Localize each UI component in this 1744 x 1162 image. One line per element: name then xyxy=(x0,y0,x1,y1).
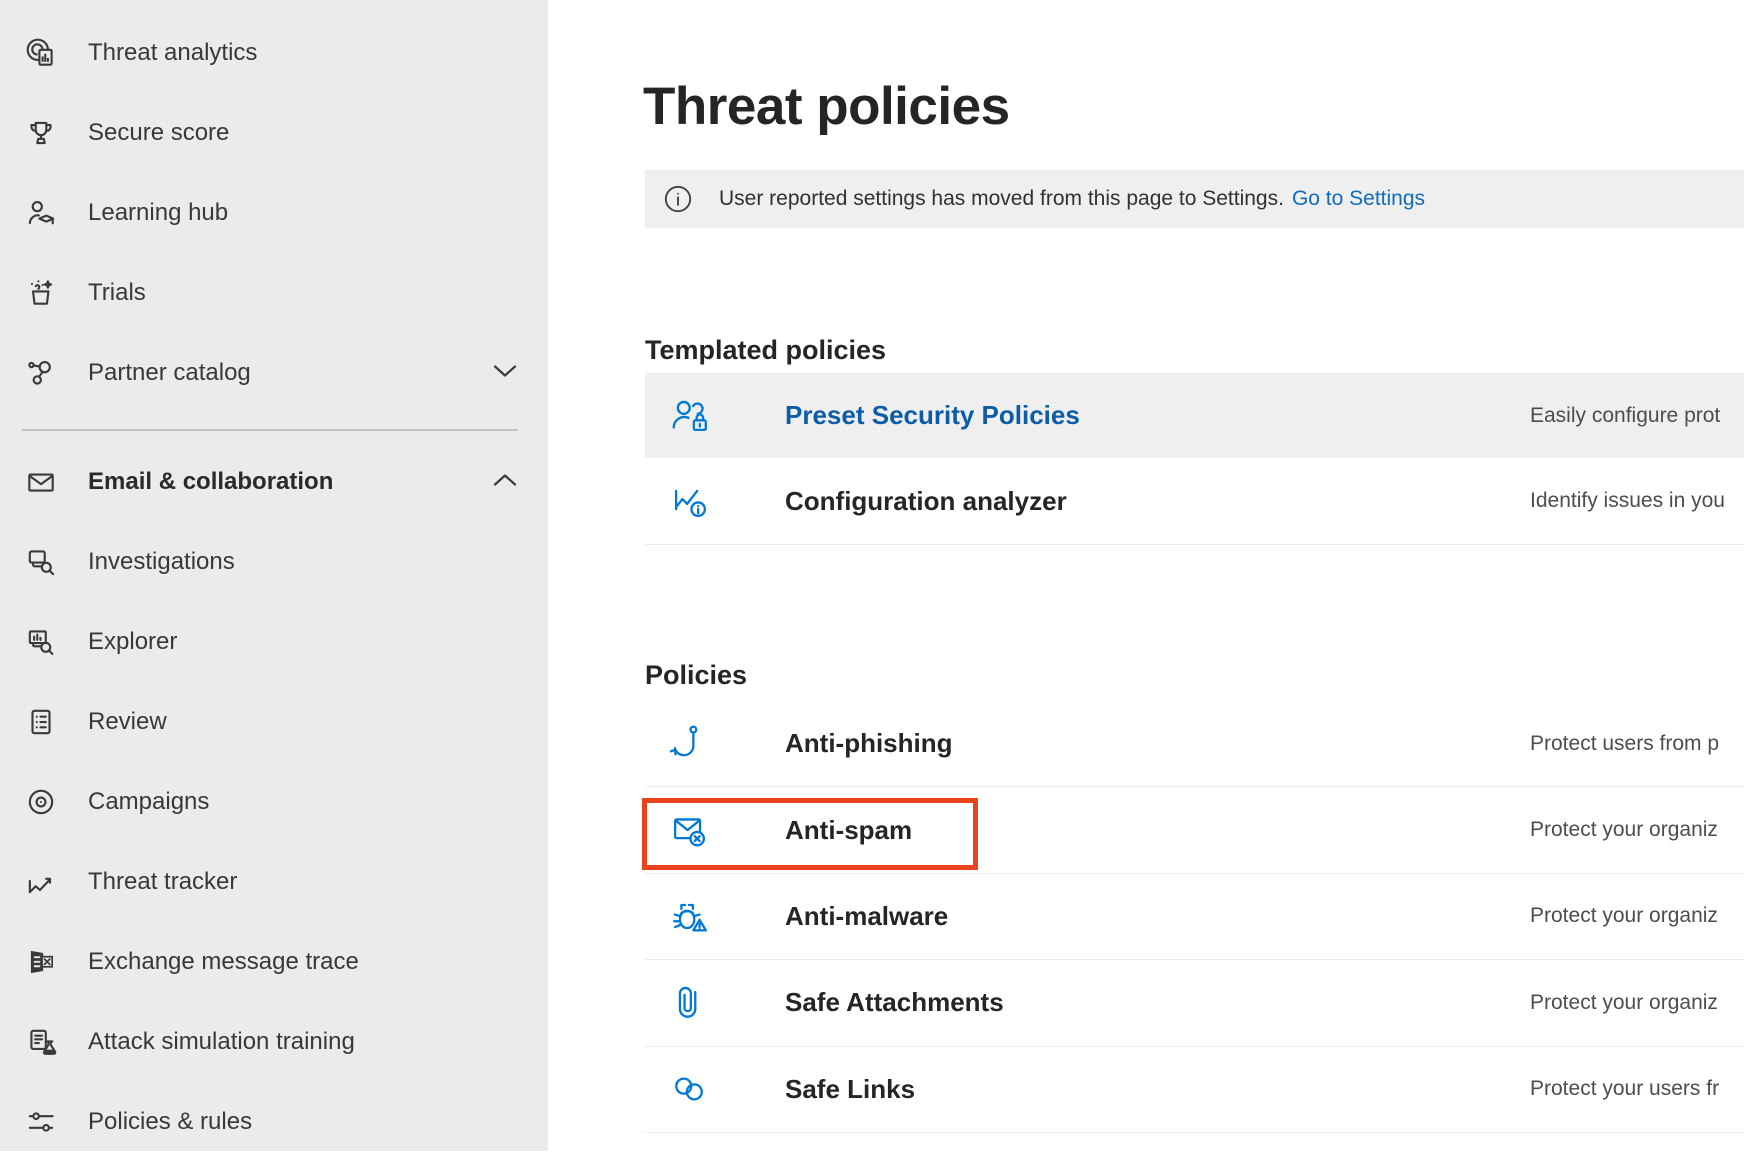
anti-phishing-icon xyxy=(667,721,713,767)
banner-message: User reported settings has moved from th… xyxy=(719,187,1284,211)
info-banner: User reported settings has moved from th… xyxy=(645,170,1744,228)
partner-catalog-icon xyxy=(24,356,58,390)
trophy-icon xyxy=(24,116,58,150)
chevron-down-icon[interactable] xyxy=(492,363,518,384)
sidebar-item-label: Threat tracker xyxy=(88,868,237,896)
row-anti-phishing[interactable]: Anti-phishing Protect users from p xyxy=(645,701,1744,787)
sidebar-item-label: Threat analytics xyxy=(88,39,257,67)
page-title: Threat policies xyxy=(643,76,1010,138)
sidebar-item-label: Policies & rules xyxy=(88,1108,252,1136)
row-label: Safe Attachments xyxy=(785,987,1004,1018)
row-label: Preset Security Policies xyxy=(785,400,1080,431)
sidebar-item-label: Exchange message trace xyxy=(88,948,359,976)
sidebar-item-label: Attack simulation training xyxy=(88,1028,355,1056)
exchange-logo-icon xyxy=(24,945,58,979)
row-preset-security-policies[interactable]: Preset Security Policies Easily configur… xyxy=(645,373,1744,458)
row-safe-attachments[interactable]: Safe Attachments Protect your organiz xyxy=(645,960,1744,1046)
safe-attachments-icon xyxy=(667,980,713,1026)
sidebar-item-explorer[interactable]: Explorer xyxy=(0,602,548,682)
row-label: Safe Links xyxy=(785,1074,915,1105)
row-description: Protect your organiz xyxy=(1530,991,1718,1015)
sidebar-item-exchange-message-trace[interactable]: Exchange message trace xyxy=(0,922,548,1002)
sidebar-item-learning-hub[interactable]: Learning hub xyxy=(0,173,548,253)
threat-tracker-icon xyxy=(24,865,58,899)
sidebar-item-trials[interactable]: Trials xyxy=(0,253,548,333)
sidebar-divider xyxy=(22,429,518,431)
sidebar-item-email-collaboration[interactable]: Email & collaboration xyxy=(0,442,548,522)
sidebar-item-label: Learning hub xyxy=(88,199,228,227)
sidebar-item-campaigns[interactable]: Campaigns xyxy=(0,762,548,842)
row-label: Anti-spam xyxy=(785,815,912,846)
anti-malware-icon xyxy=(667,893,713,939)
row-configuration-analyzer[interactable]: Configuration analyzer Identify issues i… xyxy=(645,458,1744,545)
chevron-up-icon[interactable] xyxy=(492,472,518,493)
main-content: Threat policies User reported settings h… xyxy=(548,0,1744,1151)
left-navigation: Threat analytics Secure score xyxy=(0,0,548,1151)
sidebar-item-threat-tracker[interactable]: Threat tracker xyxy=(0,842,548,922)
row-label: Anti-phishing xyxy=(785,728,953,759)
sidebar-item-label: Investigations xyxy=(88,548,235,576)
sidebar-item-label: Email & collaboration xyxy=(88,468,333,496)
info-icon xyxy=(663,184,693,214)
sidebar-item-label: Review xyxy=(88,708,167,736)
row-anti-spam[interactable]: Anti-spam Protect your organiz xyxy=(645,787,1744,873)
sidebar-item-partner-catalog[interactable]: Partner catalog xyxy=(0,333,548,413)
sidebar-item-label: Partner catalog xyxy=(88,359,251,387)
campaigns-icon xyxy=(24,785,58,819)
sidebar-item-policies-rules[interactable]: Policies & rules xyxy=(0,1082,548,1162)
policies-heading: Policies xyxy=(645,655,747,695)
configuration-analyzer-icon xyxy=(667,478,713,524)
row-anti-malware[interactable]: Anti-malware Protect your organiz xyxy=(645,874,1744,960)
row-description: Protect your organiz xyxy=(1530,818,1718,842)
email-collaboration-icon xyxy=(24,465,58,499)
trials-icon xyxy=(24,276,58,310)
sidebar-item-label: Secure score xyxy=(88,119,229,147)
row-label: Configuration analyzer xyxy=(785,486,1067,517)
sidebar-item-secure-score[interactable]: Secure score xyxy=(0,93,548,173)
sidebar-item-attack-simulation-training[interactable]: Attack simulation training xyxy=(0,1002,548,1082)
row-description: Protect your users fr xyxy=(1530,1077,1719,1101)
row-description: Easily configure prot xyxy=(1530,404,1720,428)
sidebar-item-investigations[interactable]: Investigations xyxy=(0,522,548,602)
sidebar-item-threat-analytics[interactable]: Threat analytics xyxy=(0,13,548,93)
threat-analytics-icon xyxy=(24,36,58,70)
sidebar-item-label: Explorer xyxy=(88,628,177,656)
nav-group-general: Threat analytics Secure score xyxy=(0,0,548,1162)
sidebar-item-review[interactable]: Review xyxy=(0,682,548,762)
row-description: Identify issues in you xyxy=(1530,489,1725,513)
attack-simulation-training-icon xyxy=(24,1025,58,1059)
sidebar-item-label: Campaigns xyxy=(88,788,209,816)
policies-list: Anti-phishing Protect users from p Anti-… xyxy=(645,701,1744,1133)
safe-links-icon xyxy=(667,1066,713,1112)
sidebar-item-label: Trials xyxy=(88,279,146,307)
row-description: Protect your organiz xyxy=(1530,904,1718,928)
learning-hub-icon xyxy=(24,196,58,230)
row-label: Anti-malware xyxy=(785,901,948,932)
preset-security-policies-icon xyxy=(667,393,713,439)
explorer-icon xyxy=(24,625,58,659)
go-to-settings-link[interactable]: Go to Settings xyxy=(1292,187,1425,211)
sliders-icon xyxy=(24,1105,58,1139)
investigations-icon xyxy=(24,545,58,579)
review-icon xyxy=(24,705,58,739)
row-safe-links[interactable]: Safe Links Protect your users fr xyxy=(645,1047,1744,1133)
row-description: Protect users from p xyxy=(1530,732,1719,756)
templated-policies-heading: Templated policies xyxy=(645,330,886,370)
anti-spam-icon xyxy=(667,807,713,853)
